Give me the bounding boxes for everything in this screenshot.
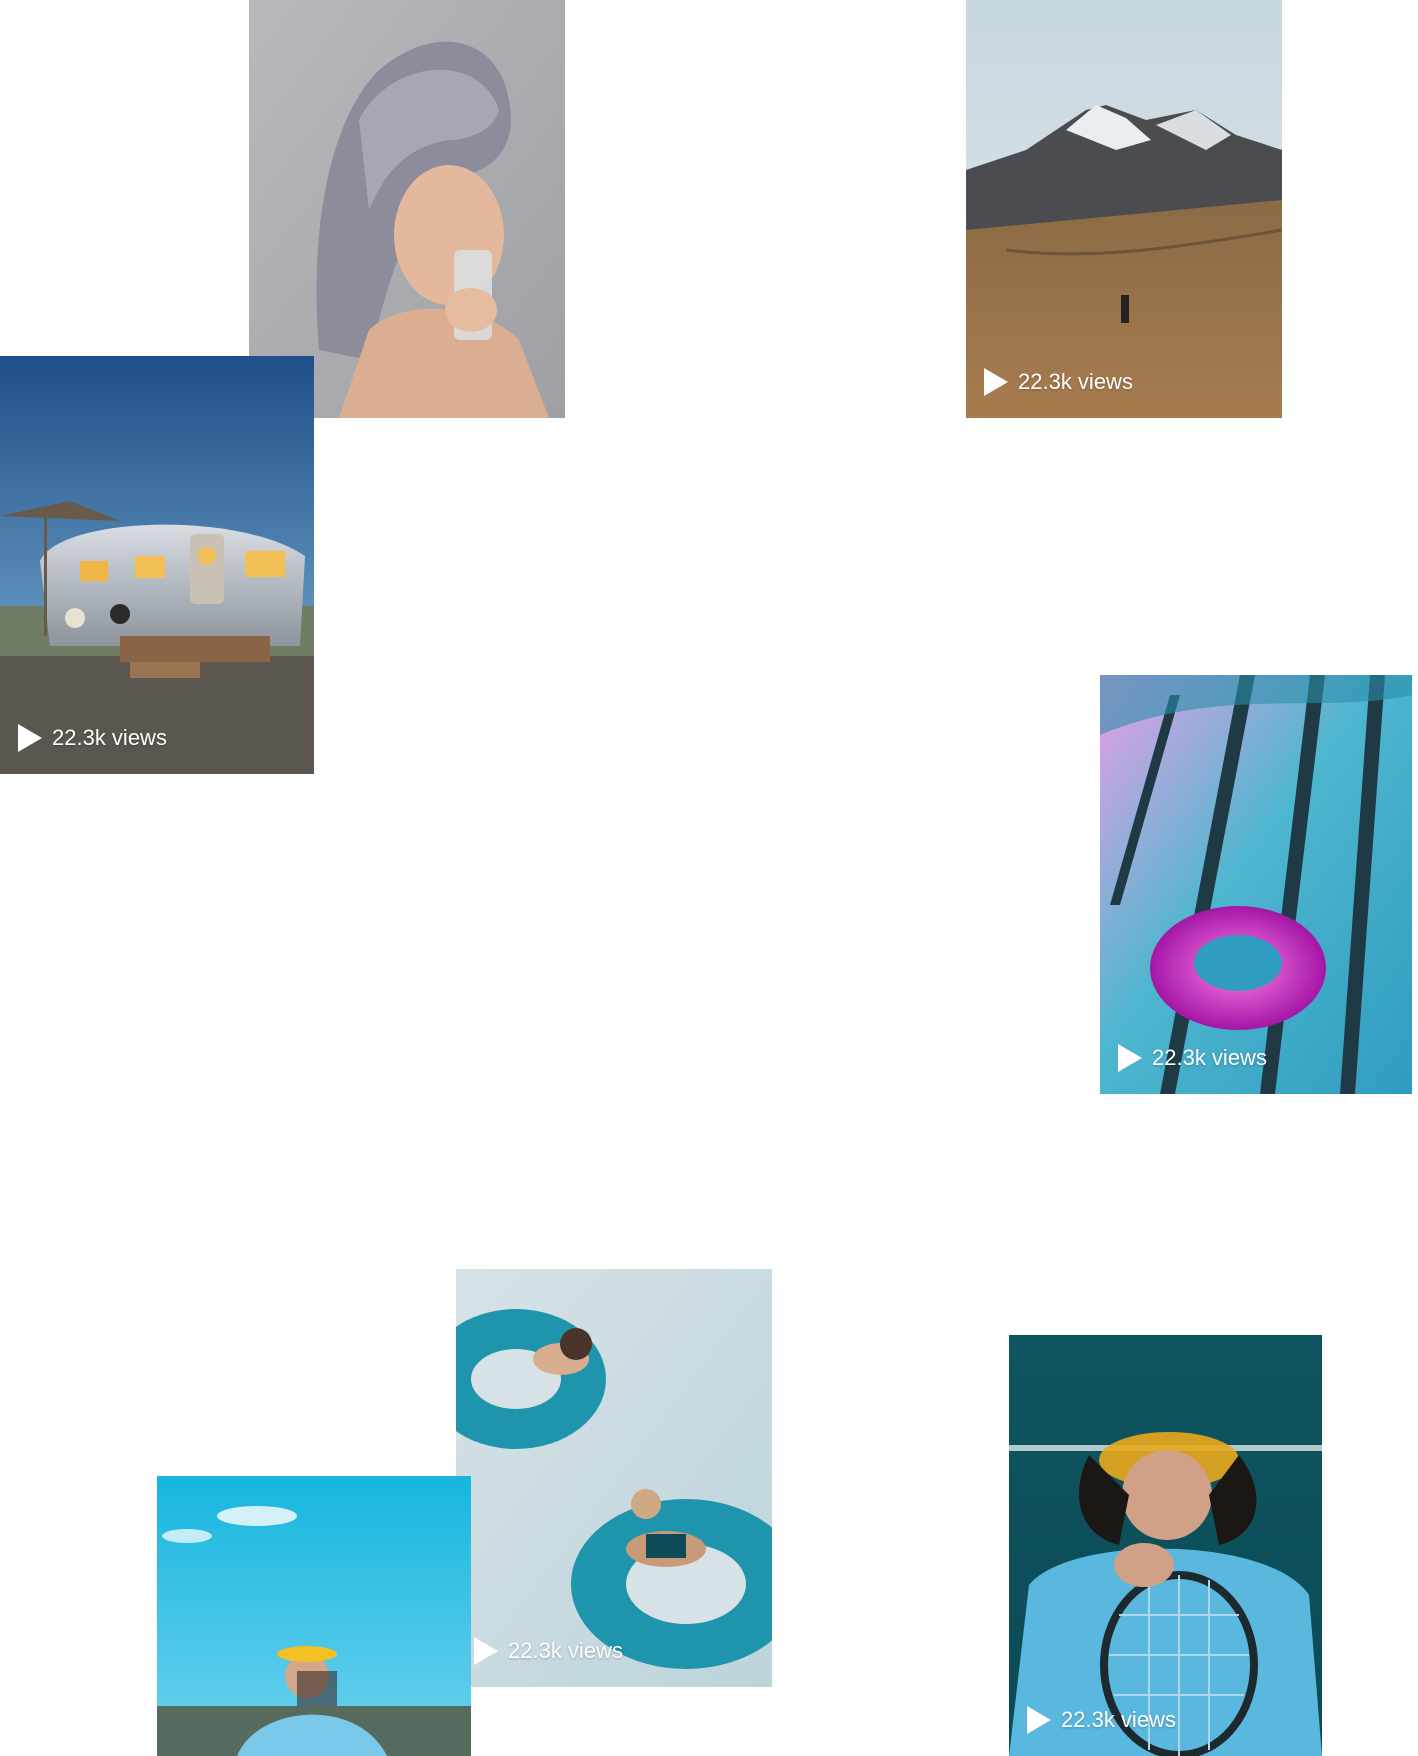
views-count: 22.3k views — [1152, 1045, 1267, 1070]
video-card-pool-ring[interactable]: 22.3k views — [1100, 675, 1412, 1094]
video-card-pool-floats[interactable]: 22.3k views — [456, 1269, 772, 1687]
views-badge: 22.3k views — [1027, 1706, 1176, 1734]
views-badge: 22.3k views — [18, 724, 167, 752]
thumbnail-image — [0, 356, 314, 774]
thumbnail-image — [966, 0, 1282, 418]
play-icon — [984, 368, 1008, 396]
views-count: 22.3k views — [1018, 369, 1133, 394]
views-badge: 22.3k views — [474, 1637, 623, 1665]
video-card-visor[interactable] — [157, 1476, 471, 1756]
video-card-trailer[interactable]: 22.3k views — [0, 356, 314, 774]
play-icon — [1118, 1044, 1142, 1072]
views-badge: 22.3k views — [984, 368, 1133, 396]
thumbnail-image — [456, 1269, 772, 1687]
video-card-tennis[interactable]: 22.3k views — [1009, 1335, 1322, 1756]
thumbnail-image — [1100, 675, 1412, 1094]
play-icon — [18, 724, 42, 752]
play-icon — [1027, 1706, 1051, 1734]
views-badge: 22.3k views — [1118, 1044, 1267, 1072]
views-count: 22.3k views — [1061, 1707, 1176, 1732]
video-card-mountain[interactable]: 22.3k views — [966, 0, 1282, 418]
play-icon — [474, 1637, 498, 1665]
thumbnail-image — [157, 1476, 471, 1756]
views-count: 22.3k views — [52, 725, 167, 750]
views-count: 22.3k views — [508, 1638, 623, 1663]
thumbnail-image — [1009, 1335, 1322, 1756]
